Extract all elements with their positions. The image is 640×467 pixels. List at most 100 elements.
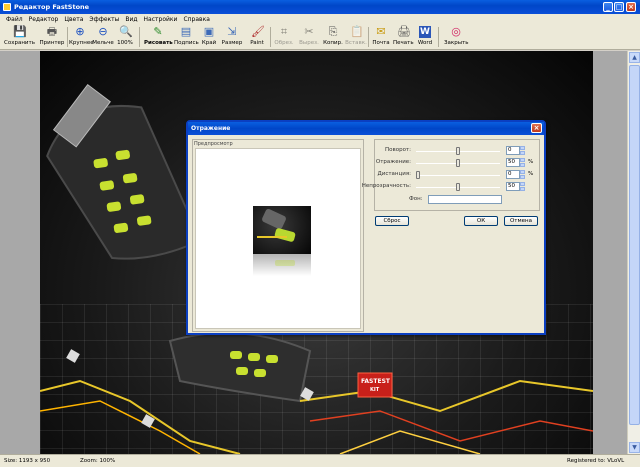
rotation-label: Поворот:	[384, 147, 411, 153]
reflection-input[interactable]: 50	[506, 158, 520, 167]
close-circle-icon: ◎	[451, 25, 461, 38]
toolbar-separator	[368, 27, 369, 47]
distance-input[interactable]: 0	[506, 170, 520, 179]
save-button[interactable]: 💾 Сохранить	[4, 25, 35, 49]
zoom-out-icon: ⊖	[98, 25, 108, 38]
zoom-in-button[interactable]: ⊕ Крупнее	[69, 25, 94, 49]
menu-colors[interactable]: Цвета	[64, 16, 83, 23]
toolbar-separator	[67, 27, 68, 47]
crop-button[interactable]: ⌗ Обрез.	[273, 25, 295, 49]
menu-file[interactable]: Файл	[6, 16, 23, 23]
background-color-field[interactable]	[428, 195, 502, 204]
reflection-unit: %	[528, 159, 534, 165]
cut-button[interactable]: ✂ Вырез.	[298, 25, 320, 49]
resize-icon: ⇲	[227, 25, 237, 38]
reflection-spinner[interactable]	[520, 158, 525, 167]
reflection-row: Отражение: 50 %	[375, 158, 541, 168]
distance-spinner[interactable]	[520, 170, 525, 179]
rotation-slider-thumb[interactable]	[456, 147, 460, 155]
distance-slider[interactable]	[416, 175, 500, 176]
maximize-button[interactable]: □	[614, 2, 624, 12]
printer-icon: 🖶	[46, 25, 58, 38]
thumb-strap	[261, 208, 287, 230]
status-size: Size: 1193 x 950	[4, 458, 51, 464]
menu-help[interactable]: Справка	[183, 16, 209, 23]
distance-unit: %	[528, 171, 534, 177]
menu-view[interactable]: Вид	[125, 16, 137, 23]
preview-reflection	[253, 254, 311, 276]
dialog-title: Отражение	[191, 125, 231, 132]
cut-icon: ✂	[304, 25, 314, 38]
caption-icon: ▤	[180, 25, 192, 38]
app-icon	[3, 3, 11, 11]
opacity-input[interactable]: 50	[506, 182, 520, 191]
preview-area	[195, 148, 361, 329]
paste-icon: 📋	[350, 25, 364, 38]
status-zoom: Zoom: 100%	[80, 458, 116, 464]
minimize-button[interactable]: _	[603, 2, 613, 12]
ok-button[interactable]: ОК	[464, 216, 498, 226]
toolbar-separator	[270, 27, 271, 47]
draw-icon: ✎	[153, 25, 163, 38]
kit-badge-text: KIT	[370, 387, 380, 393]
status-bar: Size: 1193 x 950 Zoom: 100% Registered t…	[0, 454, 640, 467]
opacity-row: Непрозрачность: 50	[362, 182, 541, 192]
rotation-spinner[interactable]	[520, 146, 525, 155]
distance-slider-thumb[interactable]	[416, 171, 420, 179]
draw-button[interactable]: ✎ Рисовать	[144, 25, 173, 49]
caption-button[interactable]: ▤ Подпись	[174, 25, 199, 49]
scroll-down-icon[interactable]: ▼	[629, 442, 640, 453]
close-editor-button[interactable]: ◎ Закрыть	[444, 25, 469, 49]
vertical-scrollbar[interactable]: ▲ ▼	[627, 51, 640, 454]
reflection-slider-thumb[interactable]	[456, 159, 460, 167]
background-label: Фон:	[409, 196, 423, 202]
preview-thumbnail	[253, 206, 311, 254]
distance-row: Дистанция: 0 %	[375, 170, 541, 180]
thumb-accent	[274, 227, 296, 243]
opacity-label: Непрозрачность:	[361, 183, 411, 189]
toolbar: 💾 Сохранить 🖶 Принтер ⊕ Крупнее ⊖ Мельче 🔍 10…	[0, 24, 640, 50]
opacity-spinner[interactable]	[520, 182, 525, 191]
edge-icon: ▣	[203, 25, 215, 38]
cancel-button[interactable]: Отмена	[504, 216, 538, 226]
zoom-in-icon: ⊕	[75, 25, 85, 38]
word-button[interactable]: W Word	[416, 25, 434, 49]
copy-icon: ⎘	[328, 25, 338, 38]
paint-icon: 🖌	[251, 25, 265, 38]
mail-button[interactable]: ✉ Почта	[371, 25, 391, 49]
faststone-editor-window: Редактор FastStone _ □ × Файл Редактор Ц…	[0, 0, 640, 467]
rotation-input[interactable]: 0	[506, 146, 520, 155]
window-title: Редактор FastStone	[14, 3, 90, 11]
reset-button[interactable]: Сброс	[375, 216, 409, 226]
dialog-title-bar: Отражение ×	[188, 122, 544, 135]
close-button[interactable]: ×	[626, 2, 636, 12]
preview-group: Предпросмотр	[192, 139, 364, 332]
zoom-100-icon: 🔍	[119, 25, 133, 38]
opacity-slider-thumb[interactable]	[456, 183, 460, 191]
menu-editor[interactable]: Редактор	[29, 16, 59, 23]
mail-icon: ✉	[376, 25, 386, 38]
copy-button[interactable]: ⎘ Копир.	[322, 25, 344, 49]
print-button[interactable]: 🖨 Печать	[393, 25, 414, 49]
resize-button[interactable]: ⇲ Размер	[221, 25, 243, 49]
scroll-thumb[interactable]	[629, 65, 640, 425]
menu-effects[interactable]: Эффекты	[89, 16, 119, 23]
printer-button[interactable]: 🖶 Принтер	[38, 25, 66, 49]
menu-settings[interactable]: Настройки	[144, 16, 178, 23]
distance-label: Дистанция:	[377, 171, 411, 177]
zoom-out-button[interactable]: ⊖ Мельче	[92, 25, 114, 49]
edge-button[interactable]: ▣ Край	[200, 25, 218, 49]
dialog-close-button[interactable]: ×	[531, 123, 542, 133]
reflection-label: Отражение:	[375, 159, 411, 165]
reflection-accent	[275, 260, 295, 266]
word-icon: W	[419, 26, 431, 38]
toolbar-separator	[438, 27, 439, 47]
paste-button[interactable]: 📋 Вставк.	[345, 25, 367, 49]
paint-button[interactable]: 🖌 Paint	[247, 25, 267, 49]
fastest-badge-text: FASTEST	[361, 378, 390, 385]
toolbar-separator	[139, 27, 140, 47]
scroll-up-icon[interactable]: ▲	[629, 52, 640, 63]
zoom-100-button[interactable]: 🔍 100%	[116, 25, 134, 49]
thumb-line	[257, 236, 287, 238]
reflection-dialog: Отражение × Предпросмотр Поворот: 0 Отра…	[186, 120, 546, 335]
